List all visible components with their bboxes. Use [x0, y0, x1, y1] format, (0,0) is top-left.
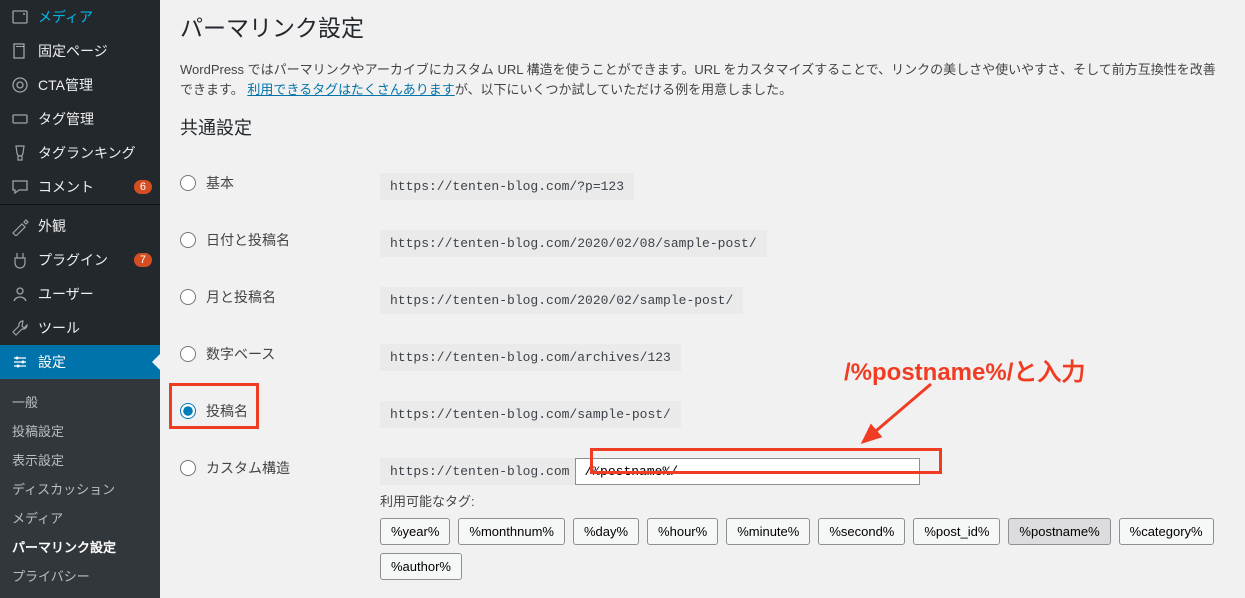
settings-submenu: 一般 投稿設定 表示設定 ディスカッション メディア パーマリンク設定 プライバ… — [0, 379, 160, 598]
intro-text-after: が、以下にいくつか試していただける例を用意しました。 — [455, 82, 792, 97]
option-month-name[interactable]: 月と投稿名 — [180, 287, 370, 307]
sidebar-item-label: メディア — [38, 7, 152, 27]
option-row-postname: 投稿名 https://tenten-blog.com/sample-post/ — [180, 386, 1225, 443]
tag-category[interactable]: %category% — [1119, 518, 1214, 545]
comment-count-badge: 6 — [134, 180, 152, 194]
tag-postname[interactable]: %postname% — [1008, 518, 1110, 545]
option-row-date-name: 日付と投稿名 https://tenten-blog.com/2020/02/0… — [180, 215, 1225, 272]
plugin-icon — [10, 250, 30, 270]
sidebar-item-tag[interactable]: タグ管理 — [0, 102, 160, 136]
sidebar-item-cta[interactable]: CTA管理 — [0, 68, 160, 102]
submenu-permalink[interactable]: パーマリンク設定 — [0, 532, 160, 561]
option-label: 月と投稿名 — [206, 287, 276, 307]
radio-basic[interactable] — [180, 175, 196, 191]
tag-hour[interactable]: %hour% — [647, 518, 718, 545]
sidebar-item-label: タグ管理 — [38, 109, 152, 129]
tag-minute[interactable]: %minute% — [726, 518, 810, 545]
section-heading: 共通設定 — [180, 114, 1225, 140]
comment-icon — [10, 177, 30, 197]
sidebar-item-label: CTA管理 — [38, 75, 152, 95]
custom-structure-input[interactable] — [575, 458, 920, 485]
sidebar-item-label: コメント — [38, 177, 130, 197]
sidebar-item-pages[interactable]: 固定ページ — [0, 34, 160, 68]
sidebar-item-comments[interactable]: コメント 6 — [0, 170, 160, 204]
option-label: 基本 — [206, 173, 234, 193]
example-numeric: https://tenten-blog.com/archives/123 — [380, 344, 681, 371]
sidebar-item-users[interactable]: ユーザー — [0, 277, 160, 311]
sidebar-item-tools[interactable]: ツール — [0, 311, 160, 345]
sidebar-item-label: 固定ページ — [38, 41, 152, 61]
option-row-custom: カスタム構造 https://tenten-blog.com 利用可能なタグ: … — [180, 443, 1225, 595]
option-postname[interactable]: 投稿名 — [180, 401, 370, 421]
sidebar-item-label: ユーザー — [38, 284, 152, 304]
sidebar-item-label: プラグイン — [38, 250, 130, 270]
tag-button-row: %year% %monthnum% %day% %hour% %minute% … — [380, 518, 1215, 580]
plugin-update-badge: 7 — [134, 253, 152, 267]
custom-prefix: https://tenten-blog.com — [380, 458, 575, 485]
submenu-discussion[interactable]: ディスカッション — [0, 474, 160, 503]
sidebar-item-label: 設定 — [38, 352, 152, 372]
option-label: 数字ベース — [206, 344, 275, 364]
ranking-icon — [10, 143, 30, 163]
radio-custom[interactable] — [180, 460, 196, 476]
example-postname: https://tenten-blog.com/sample-post/ — [380, 401, 681, 428]
sidebar-item-label: タグランキング — [38, 143, 152, 163]
sidebar-item-plugins[interactable]: プラグイン 7 — [0, 243, 160, 277]
submenu-media[interactable]: メディア — [0, 503, 160, 532]
sidebar-item-ranking[interactable]: タグランキング — [0, 136, 160, 170]
tag-icon — [10, 109, 30, 129]
option-custom[interactable]: カスタム構造 — [180, 458, 370, 478]
settings-icon — [10, 352, 30, 372]
intro-paragraph: WordPress ではパーマリンクやアーカイブにカスタム URL 構造を使うこ… — [180, 60, 1225, 99]
sidebar-item-settings[interactable]: 設定 — [0, 345, 160, 379]
option-label: 投稿名 — [206, 401, 248, 421]
available-tags-label: 利用可能なタグ: — [380, 491, 1215, 510]
sidebar-item-appearance[interactable]: 外観 — [0, 209, 160, 243]
page-title: パーマリンク設定 — [180, 0, 1225, 47]
example-basic: https://tenten-blog.com/?p=123 — [380, 173, 634, 200]
sidebar-item-label: ツール — [38, 318, 152, 338]
cta-icon — [10, 75, 30, 95]
radio-numeric[interactable] — [180, 346, 196, 362]
admin-sidebar: メディア 固定ページ CTA管理 タグ管理 タグランキング コメント 6 外観 … — [0, 0, 160, 595]
option-date-name[interactable]: 日付と投稿名 — [180, 230, 370, 250]
main-content: パーマリンク設定 WordPress ではパーマリンクやアーカイブにカスタム U… — [160, 0, 1245, 595]
sidebar-item-media[interactable]: メディア — [0, 0, 160, 34]
tag-day[interactable]: %day% — [573, 518, 639, 545]
tag-monthnum[interactable]: %monthnum% — [458, 518, 565, 545]
page-icon — [10, 41, 30, 61]
option-numeric[interactable]: 数字ベース — [180, 344, 370, 364]
option-label: カスタム構造 — [206, 458, 290, 478]
media-icon — [10, 7, 30, 27]
appearance-icon — [10, 216, 30, 236]
option-row-month-name: 月と投稿名 https://tenten-blog.com/2020/02/sa… — [180, 272, 1225, 329]
annotation-text: /%postname%/と入力 — [844, 352, 1085, 387]
option-label: 日付と投稿名 — [206, 230, 290, 250]
submenu-reading[interactable]: 表示設定 — [0, 445, 160, 474]
radio-month-name[interactable] — [180, 289, 196, 305]
radio-date-name[interactable] — [180, 232, 196, 248]
example-month-name: https://tenten-blog.com/2020/02/sample-p… — [380, 287, 743, 314]
tag-author[interactable]: %author% — [380, 553, 462, 580]
option-basic[interactable]: 基本 — [180, 173, 370, 193]
option-row-basic: 基本 https://tenten-blog.com/?p=123 — [180, 158, 1225, 215]
submenu-writing[interactable]: 投稿設定 — [0, 416, 160, 445]
tag-year[interactable]: %year% — [380, 518, 450, 545]
tag-second[interactable]: %second% — [818, 518, 905, 545]
sidebar-item-label: 外観 — [38, 216, 152, 236]
user-icon — [10, 284, 30, 304]
example-date-name: https://tenten-blog.com/2020/02/08/sampl… — [380, 230, 767, 257]
tool-icon — [10, 318, 30, 338]
intro-link[interactable]: 利用できるタグはたくさんあります — [247, 82, 454, 97]
radio-postname[interactable] — [180, 403, 196, 419]
submenu-privacy[interactable]: プライバシー — [0, 561, 160, 590]
tag-postid[interactable]: %post_id% — [913, 518, 1000, 545]
submenu-general[interactable]: 一般 — [0, 387, 160, 416]
